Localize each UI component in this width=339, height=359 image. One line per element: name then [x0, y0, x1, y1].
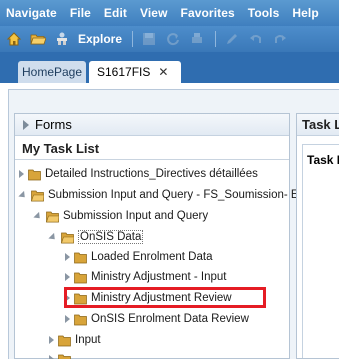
tab-s1617fis-label: S1617FIS	[97, 65, 151, 79]
folder-icon	[74, 252, 87, 263]
task-list-panel: Forms My Task List Detailed Instructions…	[14, 113, 302, 359]
folder-icon	[58, 335, 71, 346]
tree-item-label: OnSIS Data	[78, 230, 144, 244]
folder-open-icon	[46, 211, 59, 222]
tab-s1617fis[interactable]: S1617FIS ✕	[89, 61, 181, 83]
toolbar-separator	[215, 31, 217, 47]
home-icon[interactable]	[6, 31, 22, 47]
tree-item-label: Ministry Adjustment - Input	[91, 271, 227, 283]
expand-icon[interactable]	[65, 253, 70, 261]
tree-item-submission-input-fs[interactable]: Submission Input and Query - FS_Soumissi…	[18, 186, 303, 204]
redo-icon[interactable]	[272, 31, 288, 47]
tree-item-submission-input[interactable]: Submission Input and Query	[33, 207, 209, 225]
save-icon[interactable]	[141, 31, 157, 47]
undo-icon[interactable]	[248, 31, 264, 47]
toolbar: Explore	[0, 26, 339, 52]
close-icon[interactable]: ✕	[158, 65, 168, 79]
tree-item-loaded-enrolment[interactable]: Loaded Enrolment Data	[65, 248, 212, 266]
expand-icon[interactable]	[49, 336, 54, 344]
expand-icon[interactable]	[65, 273, 70, 281]
tree-item-label: Submission Input and Query	[63, 210, 209, 222]
task-list-title: My Task List	[22, 141, 100, 156]
menu-view[interactable]: View	[140, 6, 168, 20]
right-panel-inner: Task L	[302, 144, 339, 358]
collapse-icon[interactable]	[18, 190, 28, 200]
tree-item-detailed-instructions[interactable]: Detailed Instructions_Directives détaill…	[19, 165, 258, 183]
edit-icon[interactable]	[224, 31, 240, 47]
menu-file[interactable]: File	[70, 6, 91, 20]
folder-open-icon	[31, 190, 44, 201]
folder-icon	[74, 314, 87, 325]
folder-open-icon[interactable]	[30, 31, 46, 47]
tree-item-label: OnSIS Enrolment Data Review	[91, 313, 249, 325]
highlight-annotation	[64, 287, 266, 308]
menu-bar: Navigate File Edit View Favorites Tools …	[0, 0, 339, 26]
tree-item-onsis-data[interactable]: OnSIS Data	[48, 228, 144, 246]
divider	[15, 159, 289, 160]
right-panel-inner-title: Task L	[307, 153, 339, 167]
collapse-icon[interactable]	[33, 211, 43, 221]
right-panel-header: Task Li	[297, 114, 339, 136]
tab-homepage-label: HomePage	[21, 65, 83, 79]
print-icon[interactable]	[189, 31, 205, 47]
tree-item-label: Loaded Enrolment Data	[91, 251, 213, 263]
folder-icon	[58, 354, 71, 359]
tree-item-ministry-adjustment-input[interactable]: Ministry Adjustment - Input	[65, 268, 227, 286]
explore-label[interactable]: Explore	[78, 32, 122, 46]
tree-item-label: Input	[75, 334, 101, 346]
menu-edit[interactable]: Edit	[104, 6, 127, 20]
tree-item-onsis-enrolment-review[interactable]: OnSIS Enrolment Data Review	[65, 310, 249, 328]
tree-item-label: Submission Input and Query - FS_Soumissi…	[48, 189, 303, 201]
collapse-icon[interactable]	[48, 232, 58, 242]
expand-icon[interactable]	[19, 170, 24, 178]
menu-tools[interactable]: Tools	[248, 6, 280, 20]
tree-item-label: Detailed Instructions_Directives détaill…	[45, 168, 258, 180]
toolbar-separator	[132, 31, 134, 47]
forms-label: Forms	[35, 117, 72, 132]
disclosure-right-icon[interactable]	[23, 119, 29, 130]
tab-strip: HomePage S1617FIS ✕	[0, 52, 339, 83]
refresh-icon[interactable]	[165, 31, 181, 47]
forms-section-header[interactable]: Forms	[15, 114, 289, 136]
folder-open-icon	[61, 232, 74, 243]
expand-icon[interactable]	[49, 355, 54, 359]
menu-help[interactable]: Help	[292, 6, 318, 20]
menu-navigate[interactable]: Navigate	[6, 6, 57, 20]
tab-homepage[interactable]: HomePage	[18, 61, 86, 83]
explore-icon[interactable]	[54, 31, 70, 47]
expand-icon[interactable]	[65, 315, 70, 323]
tree-item-partial[interactable]	[49, 350, 75, 359]
folder-icon	[74, 272, 87, 283]
task-list-detail-panel: Task Li Task L	[296, 113, 339, 359]
tree-item-input[interactable]: Input	[49, 331, 101, 349]
folder-icon	[28, 169, 41, 180]
menu-favorites[interactable]: Favorites	[181, 6, 235, 20]
